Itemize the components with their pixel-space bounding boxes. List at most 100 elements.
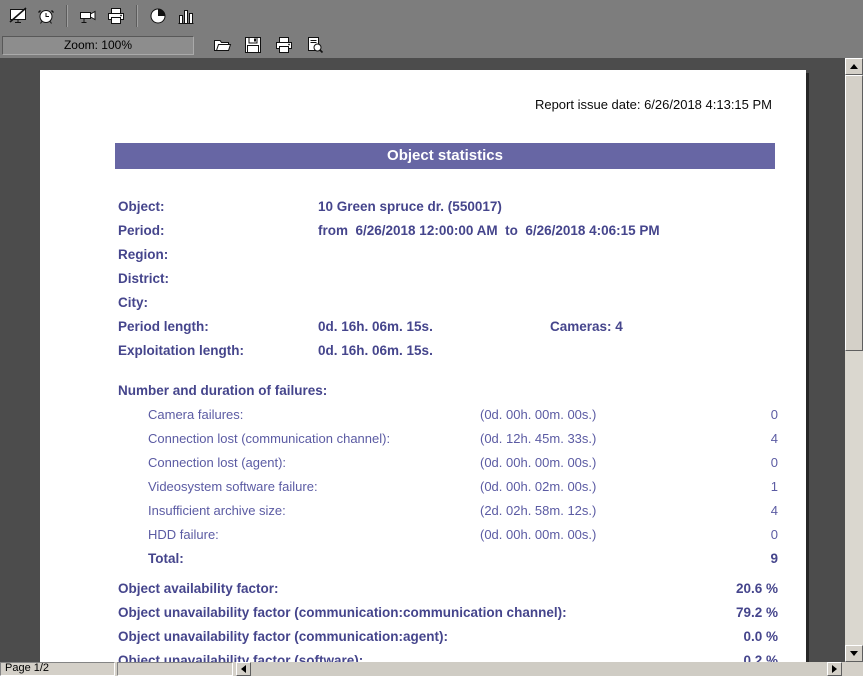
printer-icon	[106, 6, 126, 26]
preview-area: Report issue date: 6/26/2018 4:13:15 PM …	[0, 58, 863, 662]
factor-row: Object unavailability factor (communicat…	[40, 625, 806, 649]
failure-row: Camera failures: (0d. 00h. 00m. 00s.) 0	[40, 403, 806, 427]
open-folder-icon	[212, 35, 232, 55]
alarm-clock-icon	[36, 6, 56, 26]
cameras-count: Cameras: 4	[550, 315, 623, 339]
failure-row: Insufficient archive size: (2d. 02h. 58m…	[40, 499, 806, 523]
factor-row: Object availability factor: 20.6 %	[40, 577, 806, 601]
vertical-scrollbar[interactable]	[845, 58, 863, 662]
field-label: Period length:	[118, 315, 209, 339]
save-button[interactable]	[237, 32, 268, 58]
factor-label: Object availability factor:	[118, 577, 279, 601]
field-row: City:	[40, 291, 806, 315]
scroll-right-icon	[832, 665, 837, 673]
field-row: Object: 10 Green spruce dr. (550017)	[40, 195, 806, 219]
scroll-up-icon	[850, 64, 858, 69]
failure-row: Videosystem software failure: (0d. 00h. …	[40, 475, 806, 499]
failure-duration: (0d. 00h. 02m. 00s.)	[480, 475, 596, 499]
factor-value: 0.0 %	[743, 625, 778, 649]
field-label: Period:	[118, 219, 165, 243]
printer-button[interactable]	[102, 3, 130, 29]
field-row: District:	[40, 267, 806, 291]
preview-toolbar: Zoom: 100%	[0, 32, 863, 58]
total-label: Total:	[148, 547, 184, 571]
toolbar-separator	[136, 5, 138, 27]
field-label: Region:	[118, 243, 168, 267]
report-issue-date: Report issue date: 6/26/2018 4:13:15 PM	[535, 97, 772, 112]
print-button[interactable]	[268, 32, 299, 58]
report-viewer-window: Zoom: 100%	[0, 0, 863, 676]
scroll-left-button[interactable]	[236, 662, 251, 676]
vertical-scroll-thumb[interactable]	[845, 75, 863, 351]
main-toolbar	[0, 0, 863, 32]
factor-label: Object unavailability factor (software):	[118, 649, 363, 662]
scroll-left-icon	[241, 665, 246, 673]
failure-row: Connection lost (agent): (0d. 00h. 00m. …	[40, 451, 806, 475]
field-value: 0d. 16h. 06m. 15s.	[318, 315, 433, 339]
page-indicator-label: Page 1/2	[5, 662, 49, 674]
timer-button[interactable]	[144, 3, 172, 29]
open-button[interactable]	[206, 32, 237, 58]
preview-button[interactable]	[299, 32, 330, 58]
page-indicator: Page 1/2	[0, 662, 115, 676]
alarm-clock-button[interactable]	[32, 3, 60, 29]
report-page: Report issue date: 6/26/2018 4:13:15 PM …	[40, 70, 806, 662]
failure-label: Insufficient archive size:	[148, 499, 286, 523]
failure-count: 4	[771, 427, 778, 451]
failures-heading: Number and duration of failures:	[118, 379, 327, 403]
field-label: Object:	[118, 195, 165, 219]
timer-icon	[148, 6, 168, 26]
scroll-down-button[interactable]	[845, 645, 863, 662]
factor-value: 79.2 %	[736, 601, 778, 625]
failure-row: Connection lost (communication channel):…	[40, 427, 806, 451]
field-row: Period: from 6/26/2018 12:00:00 AM to 6/…	[40, 219, 806, 243]
print-icon	[274, 35, 294, 55]
factor-label: Object unavailability factor (communicat…	[118, 625, 448, 649]
camera-button[interactable]	[74, 3, 102, 29]
preview-icon	[305, 35, 325, 55]
field-row: Region:	[40, 243, 806, 267]
factor-label: Object unavailability factor (communicat…	[118, 601, 567, 625]
zoom-label: Zoom: 100%	[64, 38, 132, 52]
report-title: Object statistics	[115, 143, 775, 169]
monitor-button[interactable]	[4, 3, 32, 29]
zoom-indicator[interactable]: Zoom: 100%	[2, 36, 194, 55]
factor-value: 20.6 %	[736, 577, 778, 601]
failure-label: Connection lost (communication channel):	[148, 427, 390, 451]
factor-row: Object unavailability factor (communicat…	[40, 601, 806, 625]
scroll-up-button[interactable]	[845, 58, 863, 75]
total-value: 9	[770, 547, 778, 571]
field-label: Exploitation length:	[118, 339, 244, 363]
factor-value: 0.2 %	[743, 649, 778, 662]
failure-duration: (0d. 00h. 00m. 00s.)	[480, 451, 596, 475]
failure-label: HDD failure:	[148, 523, 219, 547]
scroll-down-icon	[850, 651, 858, 656]
failure-row: HDD failure: (0d. 00h. 00m. 00s.) 0	[40, 523, 806, 547]
failure-label: Camera failures:	[148, 403, 243, 427]
monitor-icon	[8, 6, 28, 26]
field-value: from 6/26/2018 12:00:00 AM to 6/26/2018 …	[318, 219, 660, 243]
failure-duration: (0d. 12h. 45m. 33s.)	[480, 427, 596, 451]
horizontal-scrollbar[interactable]	[236, 662, 842, 676]
field-label: City:	[118, 291, 148, 315]
field-value: 0d. 16h. 06m. 15s.	[318, 339, 433, 363]
field-value: 10 Green spruce dr. (550017)	[318, 195, 502, 219]
failure-count: 0	[771, 523, 778, 547]
failure-duration: (0d. 00h. 00m. 00s.)	[480, 523, 596, 547]
scroll-right-button[interactable]	[827, 662, 842, 676]
factor-row: Object unavailability factor (software):…	[40, 649, 806, 662]
status-bar: Page 1/2	[0, 662, 863, 676]
camera-icon	[78, 6, 98, 26]
failure-count: 1	[771, 475, 778, 499]
failure-count: 0	[771, 403, 778, 427]
field-row: Period length: 0d. 16h. 06m. 15s. Camera…	[40, 315, 806, 339]
failure-duration: (2d. 02h. 58m. 12s.)	[480, 499, 596, 523]
failure-label: Videosystem software failure:	[148, 475, 318, 499]
failure-duration: (0d. 00h. 00m. 00s.)	[480, 403, 596, 427]
field-label: District:	[118, 267, 169, 291]
chart-button[interactable]	[172, 3, 200, 29]
failure-count: 0	[771, 451, 778, 475]
failures-total-row: Total: 9	[40, 547, 806, 571]
failure-count: 4	[771, 499, 778, 523]
save-icon	[243, 35, 263, 55]
